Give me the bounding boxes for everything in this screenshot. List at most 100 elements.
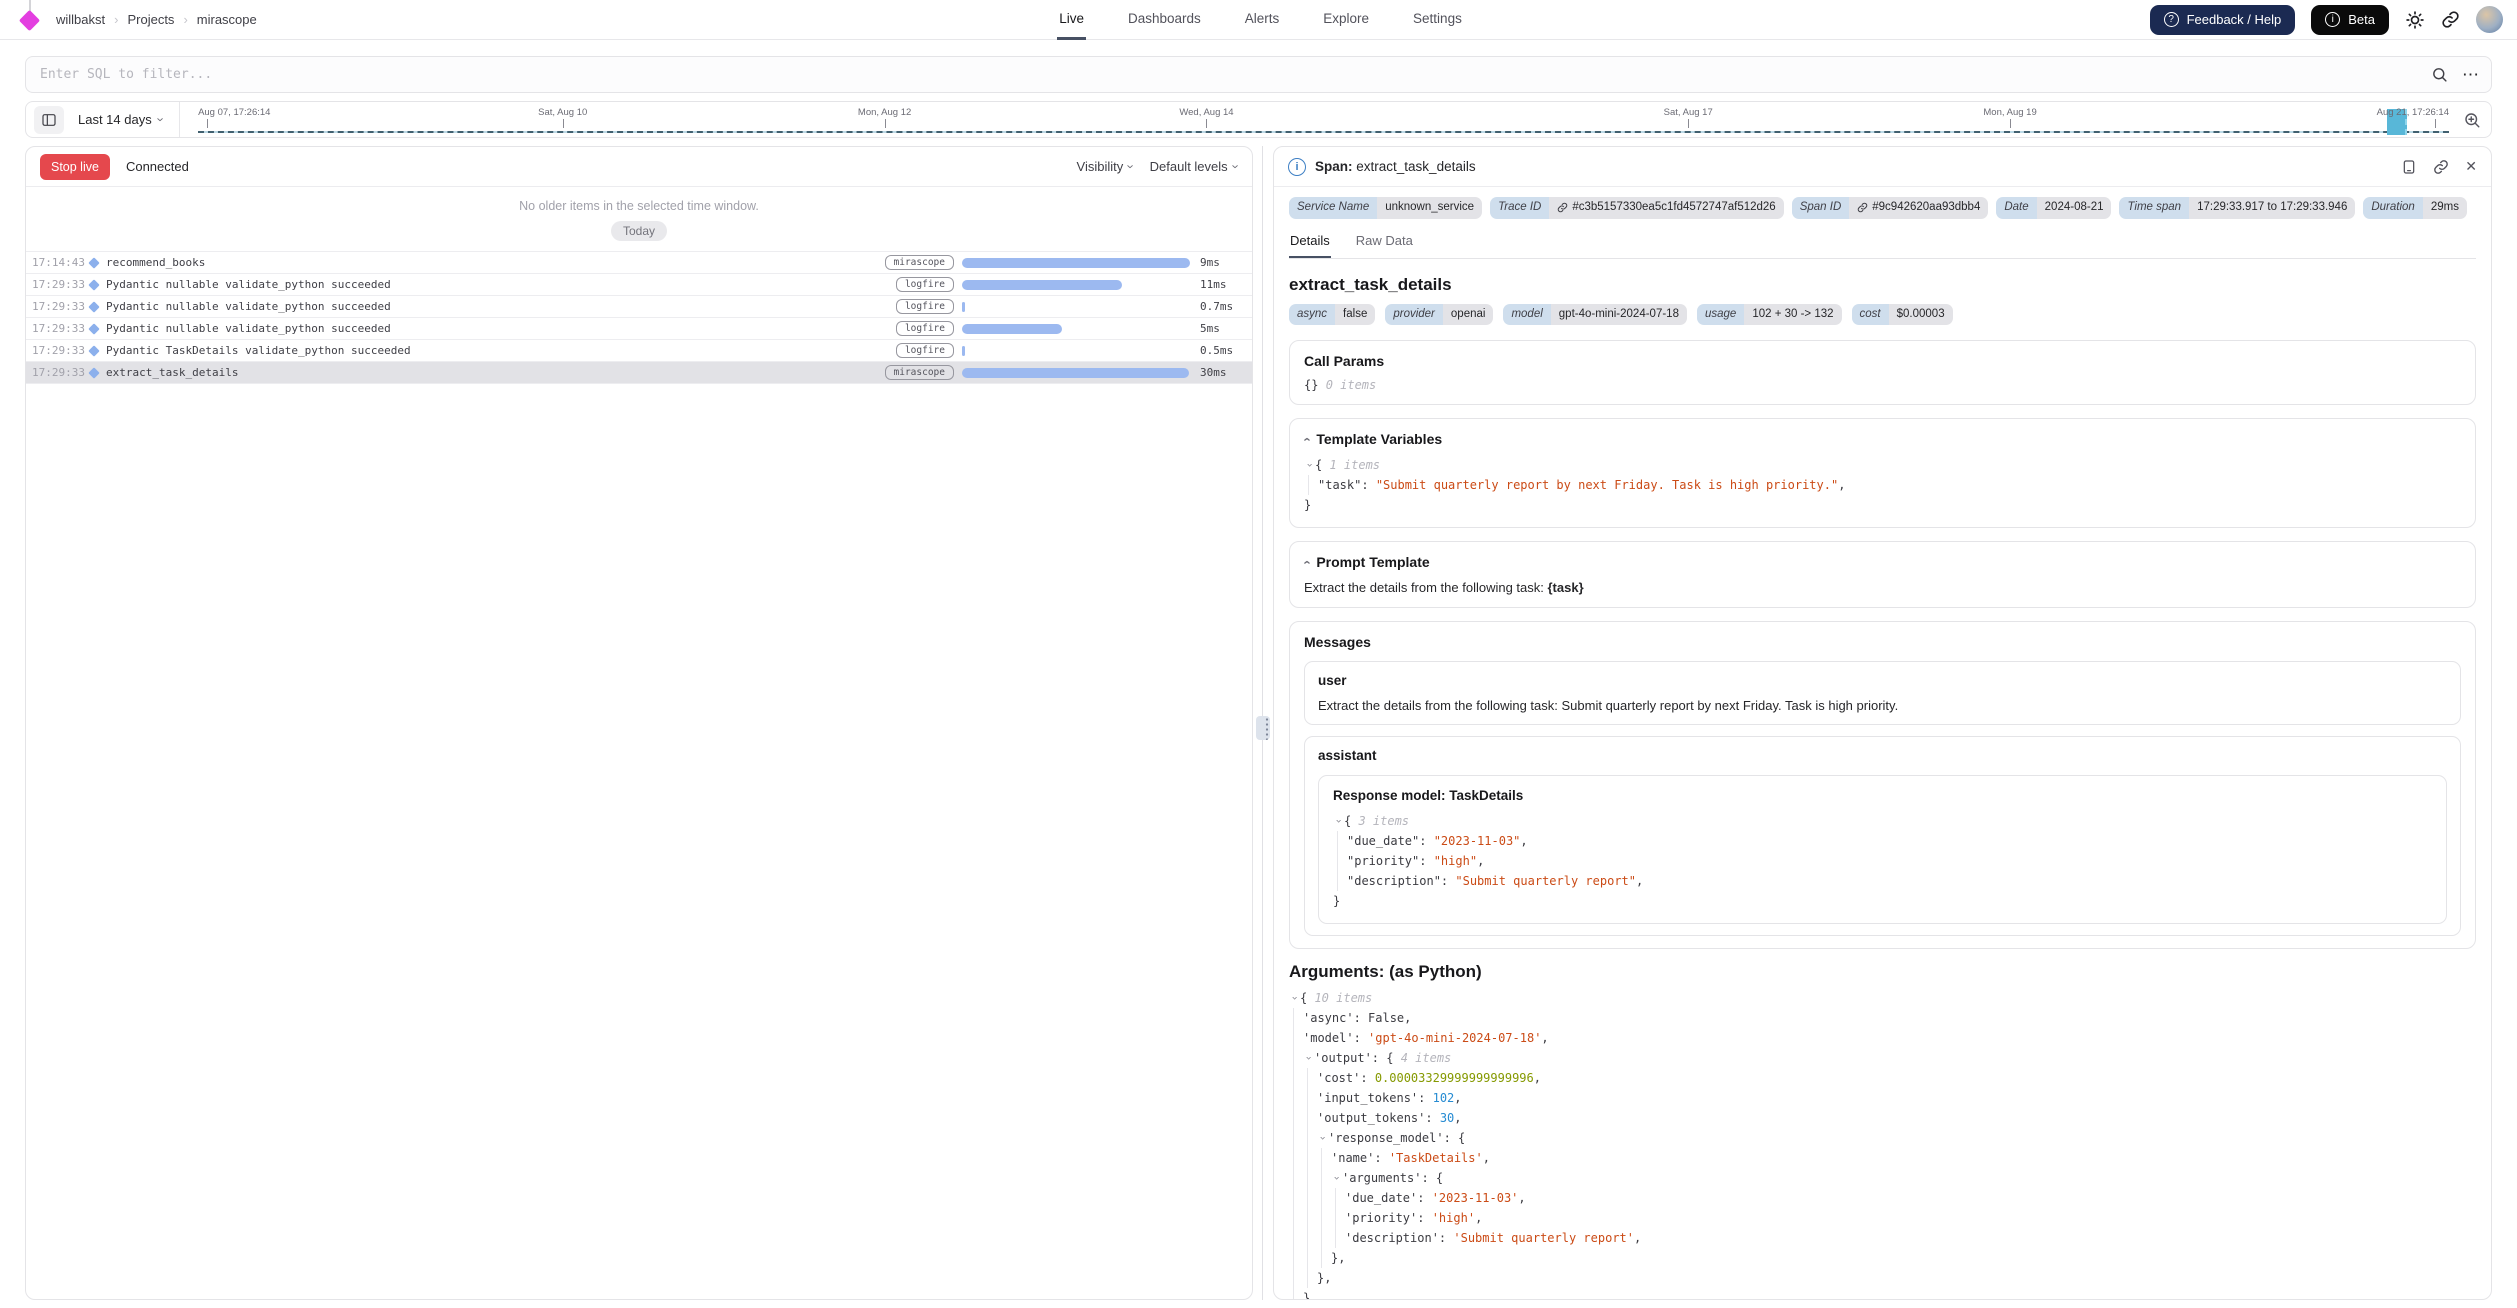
collapse-arrow-icon[interactable]: › — [1327, 1173, 1347, 1184]
badge-model: modelgpt-4o-mini-2024-07-18 — [1503, 304, 1687, 326]
meta-time-span: Time span17:29:33.917 to 17:29:33.946 — [2119, 197, 2355, 219]
log-row[interactable]: 17:29:33Pydantic nullable validate_pytho… — [26, 274, 1252, 296]
log-row[interactable]: 17:29:33extract_task_detailsmirascope30m… — [26, 362, 1252, 384]
log-row[interactable]: 17:29:33Pydantic TaskDetails validate_py… — [26, 340, 1252, 362]
sql-filter-input[interactable] — [25, 56, 2492, 93]
meta-service-name-value: unknown_service — [1377, 197, 1482, 219]
tag-pill[interactable]: logfire — [896, 343, 954, 358]
badge-async-value: false — [1335, 304, 1375, 326]
tag-pill[interactable]: logfire — [896, 277, 954, 292]
log-row[interactable]: 17:29:33Pydantic nullable validate_pytho… — [26, 318, 1252, 340]
tag-pill[interactable]: logfire — [896, 299, 954, 314]
tab-alerts[interactable]: Alerts — [1243, 0, 1282, 40]
tree-line: ›{ 10 items — [1289, 988, 2476, 1008]
timeline-track[interactable]: Aug 07, 17:26:14Sat, Aug 10Mon, Aug 12We… — [198, 102, 2449, 137]
collapse-arrow-icon[interactable]: › — [1329, 816, 1349, 827]
tab-details[interactable]: Details — [1289, 229, 1331, 258]
copy-span-link-icon[interactable] — [2433, 159, 2449, 175]
log-row[interactable]: 17:14:43recommend_booksmirascope9ms — [26, 252, 1252, 274]
default-levels-dropdown[interactable]: Default levels › — [1150, 159, 1238, 174]
breadcrumb: willbakst›Projects›mirascope — [56, 12, 257, 27]
question-icon: ? — [2164, 12, 2179, 27]
meta-duration: Duration29ms — [2363, 197, 2467, 219]
indent-guide — [1289, 1008, 1303, 1028]
message-role: user — [1318, 673, 2447, 688]
live-panel: Stop live Connected Visibility › Default… — [25, 146, 1253, 1300]
tag-pill[interactable]: mirascope — [885, 255, 954, 270]
indent-guide — [1289, 1068, 1303, 1088]
beta-button[interactable]: i Beta — [2311, 5, 2389, 35]
indent-guide — [1303, 1208, 1317, 1228]
badge-cost-label: cost — [1852, 304, 1889, 326]
log-list: 17:14:43recommend_booksmirascope9ms17:29… — [26, 251, 1252, 384]
collapse-icon[interactable]: › — [1300, 437, 1313, 441]
tree-line: 'description': 'Submit quarterly report'… — [1289, 1228, 2476, 1248]
visibility-dropdown[interactable]: Visibility › — [1077, 159, 1134, 174]
sidebar-icon — [41, 112, 57, 128]
template-variables-heading: Template Variables — [1316, 431, 1442, 447]
link-icon — [1857, 202, 1868, 213]
timeline-zoom-in-button[interactable] — [2463, 111, 2481, 129]
tag-pill[interactable]: logfire — [896, 321, 954, 336]
badge-provider: provideropenai — [1385, 304, 1493, 326]
indent-guide — [1289, 1288, 1303, 1299]
sun-icon — [2405, 10, 2425, 30]
sidebar-toggle-button[interactable] — [34, 106, 64, 134]
duration-label: 0.5ms — [1200, 344, 1246, 357]
tree-line: "task": "Submit quarterly report by next… — [1304, 475, 2461, 495]
collapse-arrow-icon[interactable]: › — [1313, 1133, 1333, 1144]
span-diamond-icon — [88, 279, 99, 290]
panel-resizer[interactable] — [1253, 146, 1273, 1300]
collapse-arrow-icon[interactable]: › — [1285, 993, 1305, 1004]
indent-guide — [1289, 1148, 1303, 1168]
span-diamond-icon — [88, 345, 99, 356]
feedback-help-button[interactable]: ? Feedback / Help — [2150, 5, 2296, 35]
stop-live-button[interactable]: Stop live — [40, 154, 110, 180]
meta-span-id-value[interactable]: #9c942620aa93dbb4 — [1849, 197, 1988, 219]
tree-line: "due_date": "2023-11-03", — [1333, 831, 2432, 851]
tree-line: 'async': False, — [1289, 1008, 2476, 1028]
nav-tabs: Live Dashboards Alerts Explore Settings — [1057, 0, 1464, 40]
tab-explore[interactable]: Explore — [1321, 0, 1371, 40]
tab-dashboards[interactable]: Dashboards — [1126, 0, 1203, 40]
tab-live[interactable]: Live — [1057, 0, 1086, 40]
badge-usage-label: usage — [1697, 304, 1744, 326]
time-range-select[interactable]: Last 14 days › — [78, 112, 163, 127]
user-avatar[interactable] — [2476, 6, 2503, 33]
meta-trace-id-value[interactable]: #c3b5157330ea5c1fd4572747af512d26 — [1549, 197, 1783, 219]
breadcrumb-item[interactable]: willbakst — [56, 12, 105, 27]
tag-pill[interactable]: mirascope — [885, 365, 954, 380]
more-options-icon[interactable]: ⋯ — [2462, 65, 2480, 85]
collapse-arrow-icon[interactable]: › — [1300, 460, 1320, 471]
copy-link-button[interactable] — [2441, 10, 2460, 29]
collapse-arrow-icon[interactable]: › — [1299, 1053, 1319, 1064]
duration-bar — [962, 324, 1062, 334]
duration-bar-track — [962, 324, 1190, 334]
drag-handle-icon[interactable] — [1256, 716, 1270, 740]
tree-line: 'model': 'gpt-4o-mini-2024-07-18', — [1289, 1028, 2476, 1048]
log-row[interactable]: 17:29:33Pydantic nullable validate_pytho… — [26, 296, 1252, 318]
open-in-panel-icon[interactable] — [2401, 159, 2417, 175]
response-model-tree: ›{ 3 items"due_date": "2023-11-03","prio… — [1333, 811, 2432, 911]
timeline-bar: Last 14 days › Aug 07, 17:26:14Sat, Aug … — [25, 101, 2492, 138]
meta-date: Date2024-08-21 — [1996, 197, 2111, 219]
search-icon[interactable] — [2431, 66, 2448, 83]
indent-guide — [1317, 1248, 1331, 1268]
call-params-count: 0 items — [1326, 378, 1377, 392]
timeline-tick-mark — [2010, 119, 2011, 128]
collapse-icon[interactable]: › — [1300, 560, 1313, 564]
tab-raw-data[interactable]: Raw Data — [1355, 229, 1414, 258]
close-icon[interactable]: ✕ — [2465, 158, 2477, 175]
indent-guide — [1317, 1188, 1331, 1208]
breadcrumb-item[interactable]: Projects — [127, 12, 174, 27]
tab-settings[interactable]: Settings — [1411, 0, 1464, 40]
indent-guide — [1303, 1168, 1317, 1188]
link-icon — [2441, 10, 2460, 29]
span-diamond-icon — [88, 323, 99, 334]
badge-provider-value: openai — [1443, 304, 1494, 326]
logfire-logo-icon[interactable] — [18, 0, 42, 40]
assistant-message: assistant Response model: TaskDetails ›{… — [1304, 736, 2461, 936]
theme-toggle-button[interactable] — [2405, 10, 2425, 30]
duration-bar-track — [962, 258, 1190, 268]
breadcrumb-item[interactable]: mirascope — [197, 12, 257, 27]
